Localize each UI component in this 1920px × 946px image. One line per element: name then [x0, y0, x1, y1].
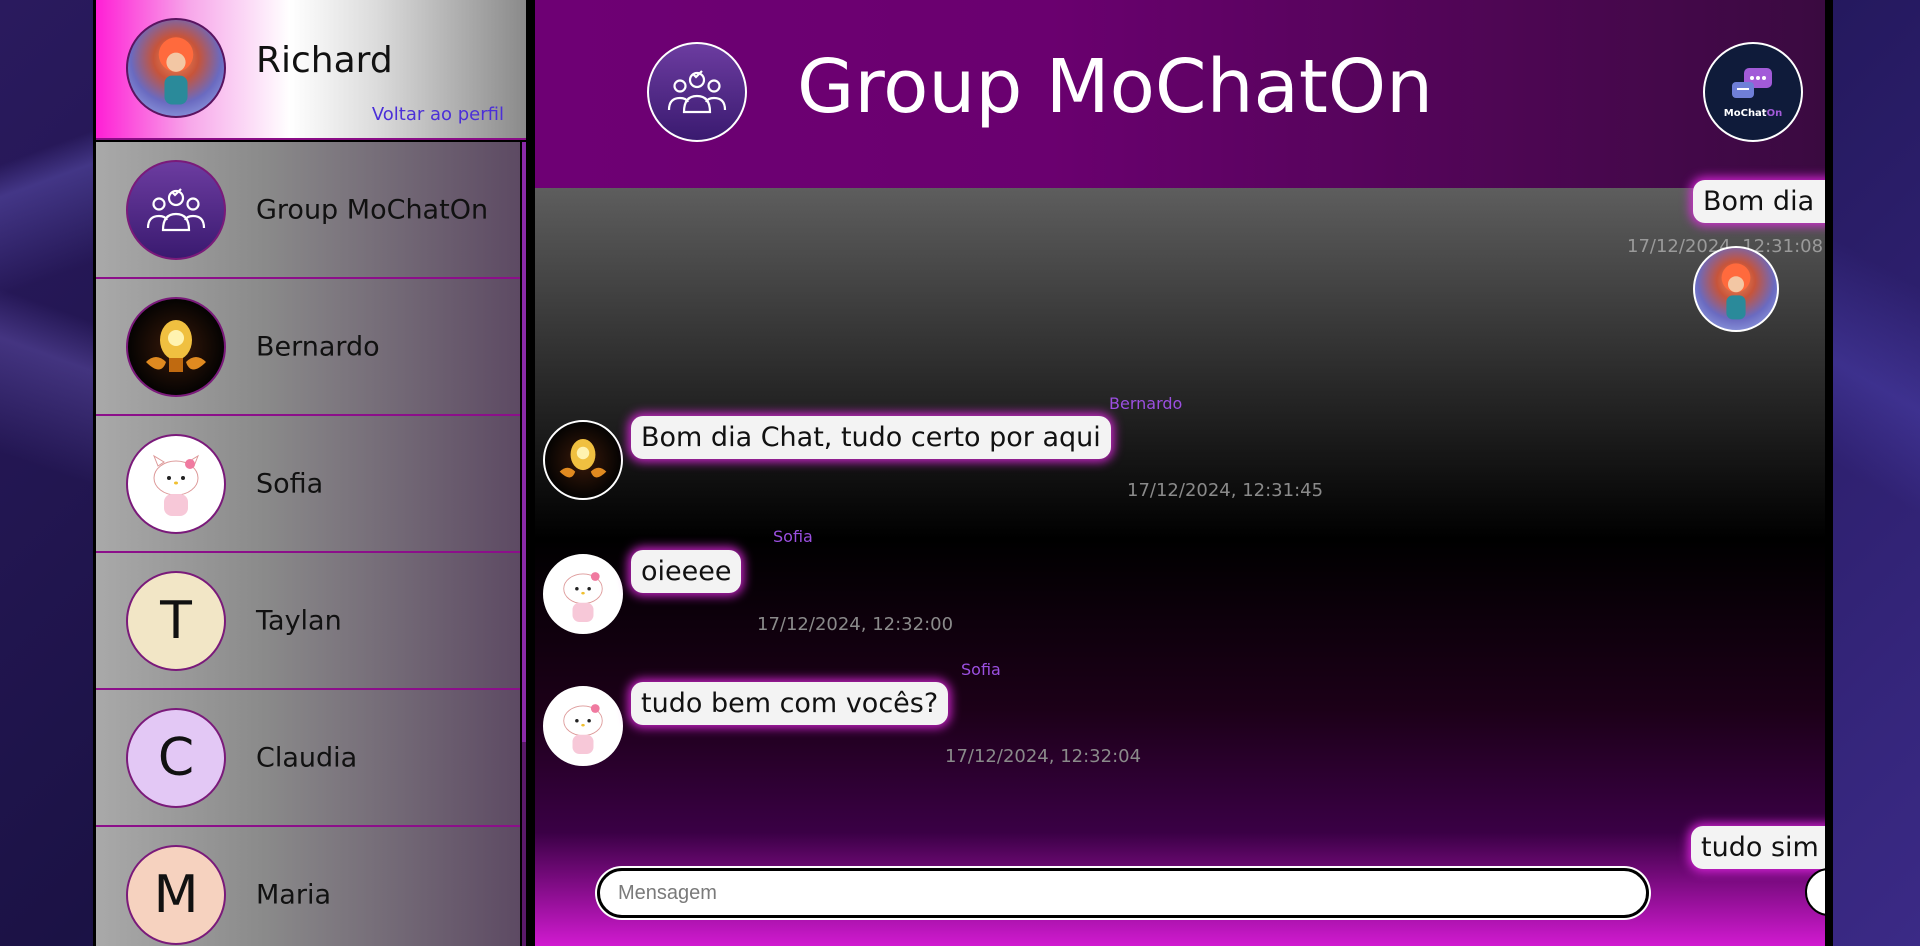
- claudia-avatar: C: [126, 708, 226, 808]
- chat-title: Group MoChatOn: [797, 44, 1434, 130]
- profile-header: Richard Voltar ao perfil: [96, 0, 526, 140]
- message-timestamp: 17/12/2024, 12:32:00: [757, 614, 954, 635]
- message-bubble: oieeee: [631, 550, 742, 593]
- sofia-message-avatar: [543, 554, 623, 634]
- group-icon[interactable]: [647, 42, 747, 142]
- profile-avatar[interactable]: [126, 18, 226, 118]
- contact-item-taylan[interactable]: T Taylan: [96, 553, 520, 690]
- contact-name: Bernardo: [256, 331, 380, 362]
- message-sender: Sofia: [961, 660, 1001, 679]
- contact-name: Claudia: [256, 742, 358, 773]
- mochaton-logo: MoChatOn: [1703, 42, 1803, 142]
- hello-kitty-avatar-icon: [152, 454, 200, 516]
- chat-panel: Group MoChatOn MoChatOn Bom dia :) 17/12…: [535, 0, 1825, 946]
- chat-bubbles-icon: [1732, 67, 1772, 98]
- avatar-letter: T: [160, 591, 192, 651]
- taylan-avatar: T: [126, 571, 226, 671]
- own-avatar: [1693, 246, 1779, 332]
- character-avatar-icon: [158, 37, 194, 105]
- sidebar: Richard Voltar ao perfil Group MoChatOn …: [96, 0, 526, 946]
- contact-item-claudia[interactable]: C Claudia: [96, 690, 520, 827]
- contact-item-bernardo[interactable]: Bernardo: [96, 279, 520, 416]
- back-to-profile-link[interactable]: Voltar ao perfil: [372, 104, 504, 125]
- message-sender: Sofia: [773, 527, 813, 546]
- contact-item-sofia[interactable]: Sofia: [96, 416, 520, 553]
- avatar-letter: M: [153, 865, 199, 925]
- bernardo-message-avatar: [543, 420, 623, 500]
- sofia-avatar: [126, 434, 226, 534]
- message-bubble-own: tudo sim :): [1691, 826, 1825, 869]
- robot-avatar-icon: [146, 320, 206, 372]
- message-sender: Bernardo: [1109, 394, 1183, 413]
- contact-item-maria[interactable]: M Maria: [96, 827, 520, 946]
- contact-name: Maria: [256, 879, 331, 910]
- sofia-message-avatar: [543, 686, 623, 766]
- bernardo-avatar: [126, 297, 226, 397]
- chat-header: Group MoChatOn MoChatOn: [535, 0, 1825, 188]
- logo-text: MoChatOn: [1724, 108, 1782, 119]
- message-timestamp: 17/12/2024, 12:32:04: [945, 746, 1142, 767]
- profile-name: Richard: [256, 40, 393, 81]
- sidebar-scrollbar-thumb[interactable]: [522, 142, 526, 742]
- message-bubble: Bom dia Chat, tudo certo por aqui: [631, 416, 1111, 459]
- contact-list: Group MoChatOn Bernardo Sofia T Taylan C…: [96, 142, 520, 946]
- message-input[interactable]: [597, 868, 1649, 918]
- message-bubble-own: Bom dia :): [1693, 180, 1825, 223]
- logo-text-accent: On: [1766, 107, 1783, 119]
- logo-text-main: MoChat: [1723, 107, 1767, 119]
- message-bubble: tudo bem com vocês?: [631, 682, 949, 725]
- contact-name: Group MoChatOn: [256, 194, 489, 225]
- robot-avatar-icon: [559, 439, 607, 478]
- contact-name: Sofia: [256, 468, 324, 499]
- message-timestamp: 17/12/2024, 12:31:45: [1127, 480, 1324, 501]
- group-icon-glyph: [667, 70, 727, 114]
- maria-avatar: M: [126, 845, 226, 945]
- message-list: Bom dia :) 17/12/2024, 12:31:08 Bernardo: [535, 180, 1825, 946]
- hello-kitty-avatar-icon: [563, 572, 603, 622]
- avatar-letter: C: [157, 728, 195, 788]
- contact-name: Taylan: [256, 605, 342, 636]
- hello-kitty-avatar-icon: [563, 704, 603, 754]
- contact-item-group-mochaton[interactable]: Group MoChatOn: [96, 142, 520, 279]
- group-avatar: [126, 160, 226, 260]
- chat-app: Richard Voltar ao perfil Group MoChatOn …: [93, 0, 1833, 946]
- character-avatar-icon: [1721, 263, 1751, 320]
- group-icon: [146, 188, 206, 232]
